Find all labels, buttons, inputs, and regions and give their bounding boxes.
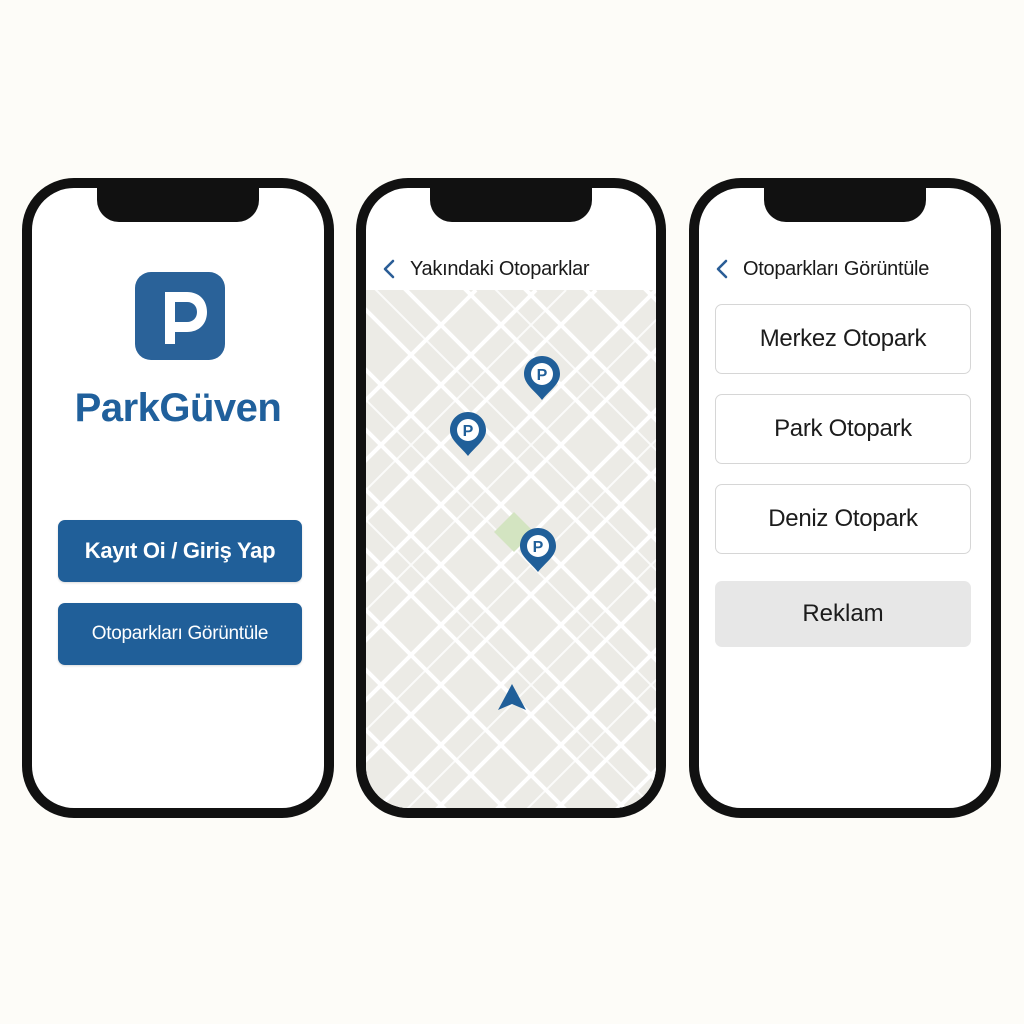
list-title: Otoparkları Görüntüle <box>743 257 930 280</box>
phone-home: ParkGüven Kayıt Oi / Giriş Yap Otoparkla… <box>22 178 334 818</box>
navigation-arrow-icon <box>498 684 526 710</box>
parking-lot-item[interactable]: Deniz Otopark <box>715 484 971 554</box>
parking-marker-icon[interactable]: P <box>520 528 556 572</box>
svg-text:P: P <box>537 367 548 384</box>
parking-logo-icon <box>135 272 225 360</box>
parking-lot-item[interactable]: Merkez Otopark <box>715 304 971 374</box>
map-title: Yakındaki Otoparklar <box>410 257 590 280</box>
parking-lot-item[interactable]: Park Otopark <box>715 394 971 464</box>
parking-marker-icon[interactable]: P <box>524 356 560 400</box>
parking-marker-icon[interactable]: P <box>450 412 486 456</box>
map-screen: Yakındaki Otoparklar P P P <box>366 188 656 808</box>
svg-text:P: P <box>533 539 544 556</box>
view-parking-lots-button[interactable]: Otoparkları Görüntüle <box>58 603 302 665</box>
app-brand-name: ParkGüven <box>74 386 282 430</box>
ad-banner[interactable]: Reklam <box>715 581 971 647</box>
svg-text:P: P <box>463 423 474 440</box>
back-chevron-icon[interactable] <box>378 258 400 280</box>
map-header: Yakındaki Otoparklar <box>366 246 656 292</box>
phone-notch <box>430 188 592 222</box>
back-chevron-icon[interactable] <box>711 258 733 280</box>
phone-map: Yakındaki Otoparklar P P P <box>356 178 666 818</box>
list-screen: Otoparkları Görüntüle Merkez Otopark Par… <box>699 188 991 808</box>
login-register-button[interactable]: Kayıt Oi / Giriş Yap <box>58 520 302 582</box>
phone-list: Otoparkları Görüntüle Merkez Otopark Par… <box>689 178 1001 818</box>
map-markers: P P P <box>450 356 560 710</box>
home-screen: ParkGüven Kayıt Oi / Giriş Yap Otoparkla… <box>32 188 324 808</box>
phone-notch <box>97 188 259 222</box>
phone-notch <box>764 188 926 222</box>
list-header: Otoparkları Görüntüle <box>699 246 991 292</box>
nearby-map[interactable]: P P P <box>366 290 656 808</box>
